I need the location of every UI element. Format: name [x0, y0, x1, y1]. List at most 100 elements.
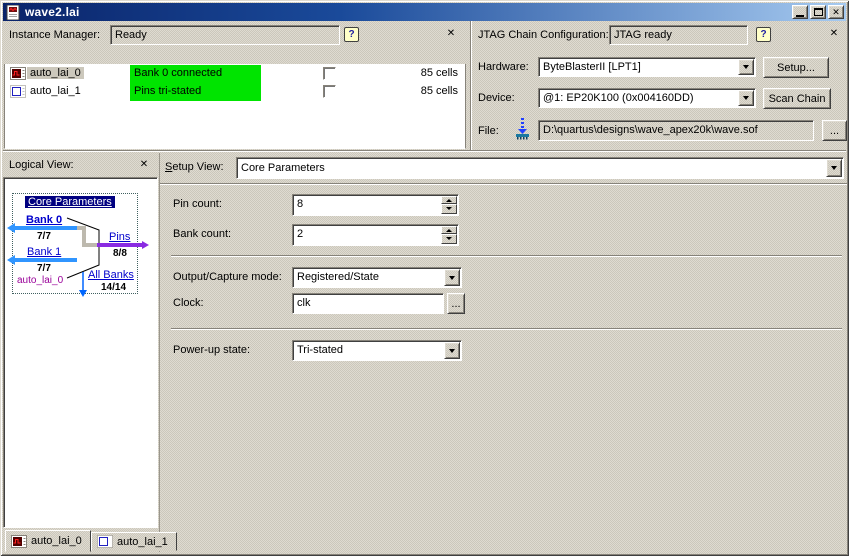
logical-view-close-button[interactable]: ✕	[136, 158, 152, 173]
lai-file-icon	[5, 5, 21, 20]
bank0-count: 7/7	[37, 231, 51, 242]
device-label: Device:	[478, 92, 515, 104]
table-row[interactable]: auto_lai_1 Pins tri-stated 85 cells	[5, 83, 464, 101]
setup-button[interactable]: Setup...	[763, 57, 829, 78]
instance-manager-help-button[interactable]: ?	[344, 27, 359, 42]
status-badge: Pins tri-stated	[130, 83, 261, 101]
spin-down-icon[interactable]	[441, 204, 457, 214]
toolbar-divider	[160, 183, 847, 185]
instance-tab-bar: auto_lai_0 auto_lai_1	[3, 529, 846, 553]
lai-instance-empty-icon	[10, 85, 26, 98]
clock-value: clk	[293, 294, 443, 309]
chevron-down-icon[interactable]	[444, 269, 460, 286]
powerup-state-select[interactable]: Tri-stated	[292, 340, 462, 361]
file-path-field[interactable]: D:\quartus\designs\wave_apex20k\wave.sof	[538, 120, 814, 141]
lai-instance-empty-icon	[97, 535, 113, 548]
pin-count-value: 8	[293, 195, 458, 210]
instance-manager-status: Ready	[111, 26, 339, 41]
instance-manager-label: Instance Manager:	[9, 29, 100, 41]
help-icon: ?	[348, 29, 354, 40]
incremental-compilation-checkbox[interactable]	[323, 85, 336, 98]
status-badge: Bank 0 connected	[130, 65, 261, 83]
pins-count: 8/8	[113, 248, 127, 259]
output-mode-select[interactable]: Registered/State	[292, 267, 462, 288]
node-bank0[interactable]: Bank 0	[26, 214, 62, 226]
spin-down-icon[interactable]	[441, 234, 457, 244]
pin-count-label: Pin count:	[173, 198, 222, 210]
close-icon: ✕	[447, 28, 455, 39]
chevron-down-icon[interactable]	[738, 90, 754, 106]
node-pins[interactable]: Pins	[109, 231, 130, 243]
bank1-count: 7/7	[37, 263, 51, 274]
logical-view-content: Core Parameters Bank 0 7/7 Bank 1 7/7 au…	[3, 177, 158, 528]
clock-field[interactable]: clk	[292, 293, 444, 314]
title-bar[interactable]: wave2.lai ✕	[3, 3, 846, 21]
spin-up-icon[interactable]	[441, 196, 457, 204]
instance-manager-close-button[interactable]: ✕	[443, 27, 459, 42]
spin-up-icon[interactable]	[441, 226, 457, 234]
minimize-icon	[796, 15, 804, 17]
table-row[interactable]: auto_lai_0 Bank 0 connected 85 cells	[5, 65, 464, 83]
output-mode-label: Output/Capture mode:	[173, 271, 282, 283]
maximize-button[interactable]	[810, 5, 826, 19]
program-device-icon	[513, 117, 532, 140]
bank-count-value: 2	[293, 225, 458, 240]
file-path-value: D:\quartus\designs\wave_apex20k\wave.sof	[539, 121, 813, 136]
form-divider	[171, 328, 842, 330]
incremental-compilation-checkbox[interactable]	[323, 67, 336, 80]
clock-browse-button[interactable]: ...	[447, 293, 465, 314]
node-all-banks[interactable]: All Banks	[88, 269, 134, 281]
instance-name[interactable]: auto_lai_1	[27, 85, 84, 97]
tab-label: auto_lai_1	[117, 536, 168, 548]
bank-count-label: Bank count:	[173, 228, 231, 240]
jtag-close-button[interactable]: ✕	[826, 27, 842, 42]
all-banks-count: 14/14	[101, 282, 126, 293]
instance-manager-panel: Instance Manager: Ready ? ✕ Instance Sta…	[3, 21, 466, 150]
jtag-status: JTAG ready	[610, 26, 747, 41]
instance-list: auto_lai_0 Bank 0 connected 85 cells aut…	[4, 64, 466, 149]
help-icon: ?	[760, 29, 766, 40]
jtag-chain-label: JTAG Chain Configuration:	[478, 29, 609, 41]
lai-editor-window: wave2.lai ✕ Instance Manager: Ready ? ✕ …	[0, 0, 849, 556]
tab-auto-lai-1[interactable]: auto_lai_1	[91, 532, 177, 551]
tab-auto-lai-0[interactable]: auto_lai_0	[5, 530, 91, 552]
output-mode-value: Registered/State	[297, 271, 379, 283]
tab-label: auto_lai_0	[31, 535, 82, 547]
hardware-select[interactable]: ByteBlasterII [LPT1]	[538, 57, 756, 77]
jtag-help-button[interactable]: ?	[756, 27, 771, 42]
close-icon: ✕	[140, 159, 148, 170]
setup-view-select[interactable]: Core Parameters	[236, 157, 844, 179]
scan-chain-button[interactable]: Scan Chain	[763, 88, 831, 109]
device-select[interactable]: @1: EP20K100 (0x004160DD)	[538, 88, 756, 108]
close-button[interactable]: ✕	[828, 5, 844, 19]
chevron-down-icon[interactable]	[826, 159, 842, 177]
node-bank1[interactable]: Bank 1	[27, 246, 61, 258]
lai-instance-enabled-icon	[11, 535, 27, 548]
file-browse-button[interactable]: ...	[822, 120, 847, 141]
instance-label: auto_lai_0	[17, 275, 63, 286]
jtag-chain-panel: JTAG Chain Configuration: JTAG ready ? ✕…	[471, 21, 846, 150]
setup-view-label: Setup View:	[165, 161, 224, 173]
setup-view-value: Core Parameters	[241, 162, 325, 174]
setup-view-area: Setup View: Core Parameters Pin count: 8…	[159, 153, 846, 552]
minimize-button[interactable]	[792, 5, 808, 19]
jtag-status-field: JTAG ready	[609, 25, 748, 45]
instance-name[interactable]: auto_lai_0	[27, 67, 84, 79]
chevron-down-icon[interactable]	[738, 59, 754, 75]
bank-count-stepper[interactable]: 2	[292, 224, 459, 246]
les-count: 85 cells	[421, 85, 458, 97]
file-label: File:	[478, 125, 499, 137]
panel-divider	[470, 21, 471, 150]
hardware-value: ByteBlasterII [LPT1]	[543, 61, 641, 73]
les-count: 85 cells	[421, 67, 458, 79]
pin-count-stepper[interactable]: 8	[292, 194, 459, 216]
logical-view-title: Logical View:	[9, 159, 74, 171]
node-core-parameters[interactable]: Core Parameters	[25, 196, 115, 208]
close-icon: ✕	[830, 28, 838, 39]
lai-instance-enabled-icon	[10, 67, 26, 80]
section-divider	[3, 150, 846, 152]
chevron-down-icon[interactable]	[444, 342, 460, 359]
close-icon: ✕	[832, 8, 840, 17]
window-title: wave2.lai	[25, 5, 80, 19]
instance-manager-status-field: Ready	[110, 25, 340, 45]
